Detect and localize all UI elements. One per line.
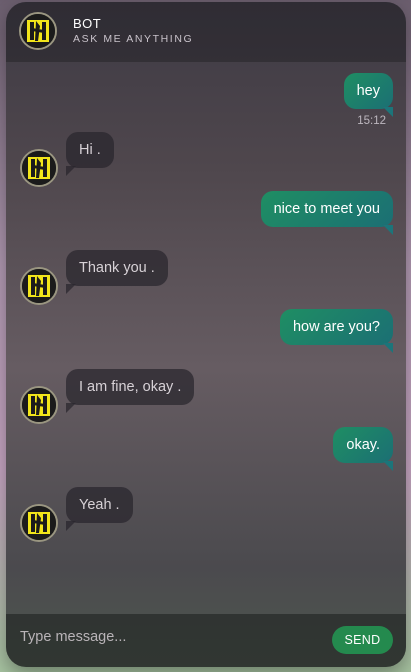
bot-avatar: [20, 386, 58, 424]
chat-subtitle: ASK ME ANYTHING: [73, 33, 194, 45]
message-input[interactable]: [18, 624, 322, 650]
bot-avatar: [19, 12, 57, 50]
bot-avatar-icon: [21, 14, 55, 48]
send-button[interactable]: SEND: [332, 626, 393, 654]
chat-window: BOT ASK ME ANYTHING hey 15:12 Hi . nice …: [6, 2, 406, 667]
bot-message: Hi .: [66, 132, 114, 176]
user-message: okay.: [333, 427, 393, 471]
bot-avatar-icon: [22, 388, 56, 422]
user-message: hey: [343, 73, 394, 117]
message-timestamp: 15:12: [357, 115, 386, 127]
bot-message: Thank you .: [66, 250, 168, 294]
message-composer: SEND: [6, 614, 406, 667]
chat-header: BOT ASK ME ANYTHING: [6, 2, 406, 62]
bot-message-text: Yeah .: [66, 487, 133, 531]
chat-title: BOT: [73, 16, 102, 31]
bot-message-text: I am fine, okay .: [66, 369, 195, 413]
bot-message: Yeah .: [66, 487, 133, 531]
user-message-text: okay.: [333, 427, 393, 471]
user-message: how are you?: [279, 309, 394, 353]
bot-avatar-icon: [22, 151, 56, 185]
user-message-text: nice to meet you: [260, 191, 394, 235]
bot-avatar: [20, 267, 58, 305]
bot-avatar: [20, 504, 58, 542]
user-message: nice to meet you: [260, 191, 394, 235]
message-list: hey 15:12 Hi . nice to meet you Thank yo…: [6, 62, 406, 614]
user-message-text: hey: [343, 73, 394, 117]
bot-message: I am fine, okay .: [66, 369, 195, 413]
bot-message-text: Hi .: [66, 132, 114, 176]
bot-avatar: [20, 149, 58, 187]
bot-message-text: Thank you .: [66, 250, 168, 294]
bot-avatar-icon: [22, 506, 56, 540]
bot-avatar-icon: [22, 269, 56, 303]
user-message-text: how are you?: [279, 309, 394, 353]
